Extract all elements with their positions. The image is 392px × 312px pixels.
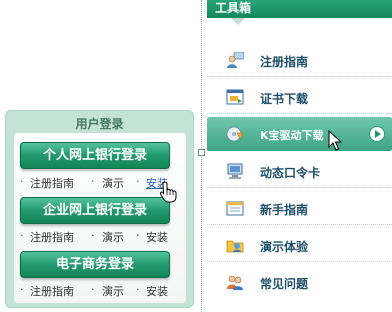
- header-notch: [231, 18, 245, 25]
- help-people-icon: [227, 52, 244, 68]
- tool-item-dynamic-token-card[interactable]: 动态口令卡: [207, 154, 392, 188]
- toolbox-title: 工具箱: [207, 0, 392, 18]
- bullet: ·: [91, 175, 95, 188]
- tool-item-label: 注册指南: [260, 55, 309, 69]
- install-link[interactable]: 安装: [146, 283, 168, 299]
- install-link[interactable]: 安装: [146, 175, 168, 191]
- tool-item-label: 动态口令卡: [260, 166, 321, 180]
- calendar-guide-icon: [226, 201, 244, 216]
- tool-item-register-guide[interactable]: 注册指南: [207, 43, 392, 77]
- token-computer-icon: [227, 163, 243, 179]
- faq-people-icon: [227, 275, 243, 290]
- driver-disc-icon: [226, 126, 244, 142]
- ecommerce-login-button[interactable]: 电子商务登录: [20, 251, 170, 278]
- bullet: ·: [136, 283, 140, 296]
- demo-link[interactable]: 演示: [102, 229, 124, 245]
- bullet: ·: [91, 283, 95, 296]
- bullet: ·: [136, 175, 140, 188]
- personal-bank-login-button[interactable]: 个人网上银行登录: [20, 142, 170, 169]
- tool-item-label: 证书下载: [260, 92, 309, 106]
- enterprise-bank-links: · 注册指南 · 演示 · 安装: [20, 229, 180, 245]
- tool-item-demo-experience[interactable]: 演示体验: [207, 228, 392, 262]
- tool-item-label: 新手指南: [260, 203, 309, 217]
- install-link[interactable]: 安装: [146, 229, 168, 245]
- bullet: ·: [20, 283, 24, 296]
- bullet: ·: [20, 175, 24, 188]
- tool-item-label: 演示体验: [260, 240, 309, 254]
- bullet: ·: [136, 229, 140, 242]
- bullet: ·: [91, 229, 95, 242]
- panel-splitter[interactable]: [201, 0, 202, 312]
- tool-item-beginner-guide[interactable]: 新手指南: [207, 191, 392, 225]
- demo-link[interactable]: 演示: [102, 175, 124, 191]
- login-title: 用户登录: [75, 117, 124, 131]
- certificate-window-icon: [226, 89, 244, 105]
- tool-item-certificate-download[interactable]: 证书下载: [207, 80, 392, 114]
- tool-item-label: K宝驱动下载: [260, 129, 324, 142]
- demo-link[interactable]: 演示: [102, 283, 124, 299]
- splitter-handle[interactable]: [198, 149, 205, 156]
- tool-item-label: 常见问题: [260, 277, 309, 291]
- enterprise-bank-login-button[interactable]: 企业网上银行登录: [20, 197, 170, 224]
- register-guide-link[interactable]: 注册指南: [30, 229, 74, 245]
- personal-bank-links: · 注册指南 · 演示 · 安装: [20, 175, 180, 191]
- register-guide-link[interactable]: 注册指南: [30, 175, 74, 191]
- arrow-right-icon[interactable]: [369, 126, 385, 142]
- ecommerce-links: · 注册指南 · 演示 · 安装: [20, 283, 180, 299]
- demo-folder-icon: [226, 240, 244, 253]
- bullet: ·: [20, 229, 24, 242]
- register-guide-link[interactable]: 注册指南: [30, 283, 74, 299]
- tool-item-faq[interactable]: 常见问题: [207, 265, 392, 299]
- toolbox-panel: 工具箱 注册指南 证书下载 K宝驱动下载 动态口令卡 新手指南 演示体验 常见问…: [207, 0, 392, 312]
- tool-item-kbao-driver-download[interactable]: K宝驱动下载: [207, 117, 392, 151]
